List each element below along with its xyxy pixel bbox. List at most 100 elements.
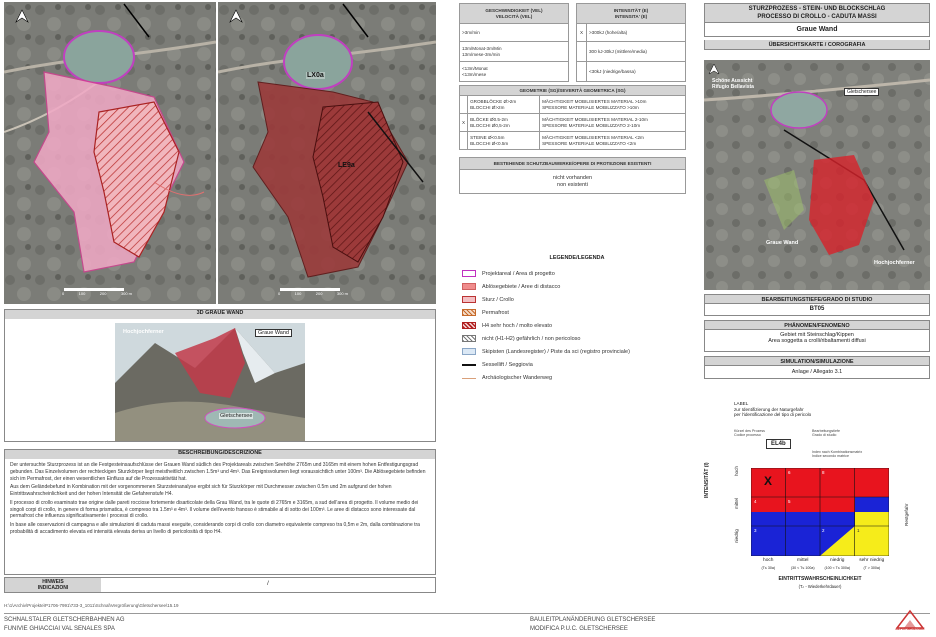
legend-item: H4 sehr hoch / molto elevato [462, 319, 692, 332]
simulation-header: SIMULATION/SIMULAZIONE [704, 356, 930, 366]
legend-item: Ablösegebiete / Aree di distacco [462, 280, 692, 293]
legend-item: Archäologischer Wanderweg [462, 371, 692, 384]
geometry-mark [458, 131, 469, 150]
legend-label: H4 sehr hoch / molto elevato [482, 322, 553, 329]
matrix-x-tick: mittel [797, 558, 809, 563]
hazard-matrix: LABEL zur Identifizierung der Naturgefah… [704, 398, 930, 603]
description-paragraph: Aus dem Geländebefund in Kombination mit… [10, 484, 392, 497]
annot-process-code: Kürzel des Prozess Codice processo [734, 429, 765, 437]
legend-swatch-permafrost [462, 309, 476, 316]
right-info: BEARBEITUNGSTIEFE/GRADO DI STUDIO BT05 P… [704, 294, 930, 379]
intensity-mark [576, 41, 587, 62]
view3d-label-wall: Graue Wand [255, 329, 292, 337]
protection-table: BESTEHENDE SCHUTZBAUWERKE/OPERE DI PROTE… [459, 157, 686, 194]
scale-label: 200 [99, 291, 107, 296]
intensity-row: 300 kJ-30kJ (mittlere/media) [586, 41, 686, 62]
matrix-y-tick: mittel [734, 498, 739, 509]
company-logo: ALPIN GEOLOGIE [895, 608, 925, 634]
legend-title: LEGENDE/LEGENDA [549, 255, 605, 261]
hazard-map-right: LX0a LE9a 0 100 200 300 m [218, 2, 436, 304]
simulation-value: Anlage / Allegato 3.1 [704, 366, 930, 379]
scale-label: 300 m [336, 291, 348, 296]
description-paragraph: Il processo di crollo esaminato trae ori… [10, 499, 419, 520]
matrix-right-label: Restgefahr [904, 503, 909, 526]
matrix-cell-number: 4 [754, 499, 757, 504]
legend-item: Skipisten (Landesregister) / Piste da sc… [462, 345, 692, 358]
legend-swatch-lift [462, 364, 476, 366]
matrix-x-tick: sehr niedrig [859, 558, 885, 563]
legend-label: Skipisten (Landesregister) / Piste da sc… [482, 348, 630, 355]
overview-label-glacier: Hochjochferner [874, 260, 915, 266]
footer-line [4, 613, 930, 614]
legend-swatch-ski [462, 348, 476, 355]
label-code: EL4b [766, 439, 791, 449]
geometry-thickness: MÄCHTIGKEIT MOBILISIERTES MATERIAL >10m … [539, 95, 686, 114]
project-name-de: BAULEITPLANÄNDERUNG GLETSCHERSEE [530, 617, 656, 623]
logo-text: ALPIN GEOLOGIE [895, 627, 925, 631]
view3d-label-peak: Hochjochferner [123, 329, 164, 335]
matrix-y-tick: hoch [734, 466, 739, 476]
view3d-image: Hochjochferner Graue Wand Gletschersee [115, 323, 305, 441]
notes-label: HINWEIS INDICAZIONI [5, 578, 101, 592]
phenomenon-header: PHÄNOMEN/FENOMENO [704, 320, 930, 330]
overview-label-lake: Gletschersee [844, 88, 880, 96]
legend-item: Projektareal / Area di progetto [462, 267, 692, 280]
overview-label-hut: Schöne Aussicht Rifugio Bellavista [712, 78, 754, 90]
intensity-mark [576, 61, 587, 82]
velocity-table: GESCHWINDIGKEIT (VEL) VELOCITÀ (VEL) >3m… [459, 3, 569, 82]
geometry-mark [458, 95, 469, 114]
panel-3d-title: 3D GRAUE WAND [5, 310, 435, 319]
scale-label: 200 [315, 291, 323, 296]
legend-swatch-trail [462, 377, 476, 379]
velocity-row: 13m/Monat-3m/Min 13m/mese-3m/min [459, 41, 569, 62]
matrix-x-axis-sublabel: (Tₙ - Wiederkehrdauer) [798, 584, 842, 589]
intensity-table: INTENSITÄT (E) INTENSITA' (E) X >300kJ (h… [576, 3, 686, 82]
panel-description: BESCHREIBUNG/DESCRIZIONE Der untersuchte… [4, 449, 436, 575]
overview-header: ÜBERSICHTSKARTE / COROGRAFIA [704, 40, 930, 50]
legend-item: Sturz / Crollo [462, 293, 692, 306]
panel-3d-view: 3D GRAUE WAND Hochjochferner Graue Wand … [4, 309, 436, 442]
matrix-cell-number: 1 [857, 528, 860, 533]
legend-label: nicht (H1-H2) gefährlich / non pericolos… [482, 335, 581, 342]
geometry-size: BLÖCKE Ø0.5-2m BLOCCHI Ø0,5-2m [467, 113, 541, 132]
scale-label: 0 [62, 291, 65, 296]
company-name-de: SCHNALSTALER GLETSCHERBAHNEN AG [4, 617, 125, 623]
protection-value: nicht vorhanden non esistenti [459, 169, 686, 194]
depth-value: BT05 [704, 304, 930, 316]
protection-header: BESTEHENDE SCHUTZBAUWERKE/OPERE DI PROTE… [459, 157, 686, 170]
process-title: STURZPROZESS - STEIN- UND BLOCKSCHLAG PR… [704, 3, 930, 23]
matrix-x-subtick: (30 < T≤ 100a) [790, 566, 815, 570]
intensity-header: INTENSITÄT (E) INTENSITA' (E) [576, 3, 686, 24]
view3d-label-lake: Gletschersee [219, 413, 254, 419]
intensity-row: <30kJ (niedrige/bassa) [586, 61, 686, 82]
matrix-x-axis-label: EINTRITTSWAHRSCHEINLICHKEIT [778, 576, 862, 582]
company-name-it: FUNIVIE GHIACCIAI VAL SENALES SPA [4, 626, 115, 632]
file-path: H:\1\Archiv\Projekte\P1706-7991\733-3_10… [4, 603, 179, 608]
matrix-mark: X [764, 474, 773, 488]
matrix-x-tick: niedrig [830, 558, 845, 563]
overview-label-wall: Graue Wand [766, 240, 799, 246]
project-name-it: MODIFICA P.U.C. GLETSCHERSEE [530, 626, 628, 632]
geometry-mark: X [458, 113, 469, 132]
scale-label: 100 [78, 291, 86, 296]
velocity-row: <13m/Monat <13m/mese [459, 61, 569, 82]
description-title: BESCHREIBUNG/DESCRIZIONE [5, 450, 435, 459]
scale-label: 100 [294, 291, 302, 296]
legend: LEGENDE/LEGENDA Projektareal / Area di p… [462, 255, 692, 384]
panel-notes: HINWEIS INDICAZIONI / [4, 577, 436, 593]
label-title: LABEL zur Identifizierung der Naturgefah… [734, 401, 812, 417]
legend-swatch-release [462, 283, 476, 290]
matrix-y-tick: niedrig [734, 529, 739, 543]
map-label-lake: LX0a [306, 72, 325, 79]
scale-label: 300 m [120, 291, 132, 296]
legend-label: Ablösegebiete / Aree di distacco [482, 283, 561, 290]
legend-swatch-h1h2 [462, 335, 476, 342]
intensity-row: >300kJ (hohe/alta) [586, 23, 686, 42]
legend-item: Sessellift / Seggiovia [462, 358, 692, 371]
legend-label: Projektareal / Area di progetto [482, 270, 555, 277]
matrix-x-tick: hoch [763, 558, 774, 563]
legend-swatch-project [462, 270, 476, 277]
geometry-thickness: MÄCHTIGKEIT MOBILISIERTES MATERIAL <2m S… [539, 131, 686, 150]
intensity-mark: X [576, 23, 587, 42]
matrix-cell-number: 8 [822, 470, 825, 475]
